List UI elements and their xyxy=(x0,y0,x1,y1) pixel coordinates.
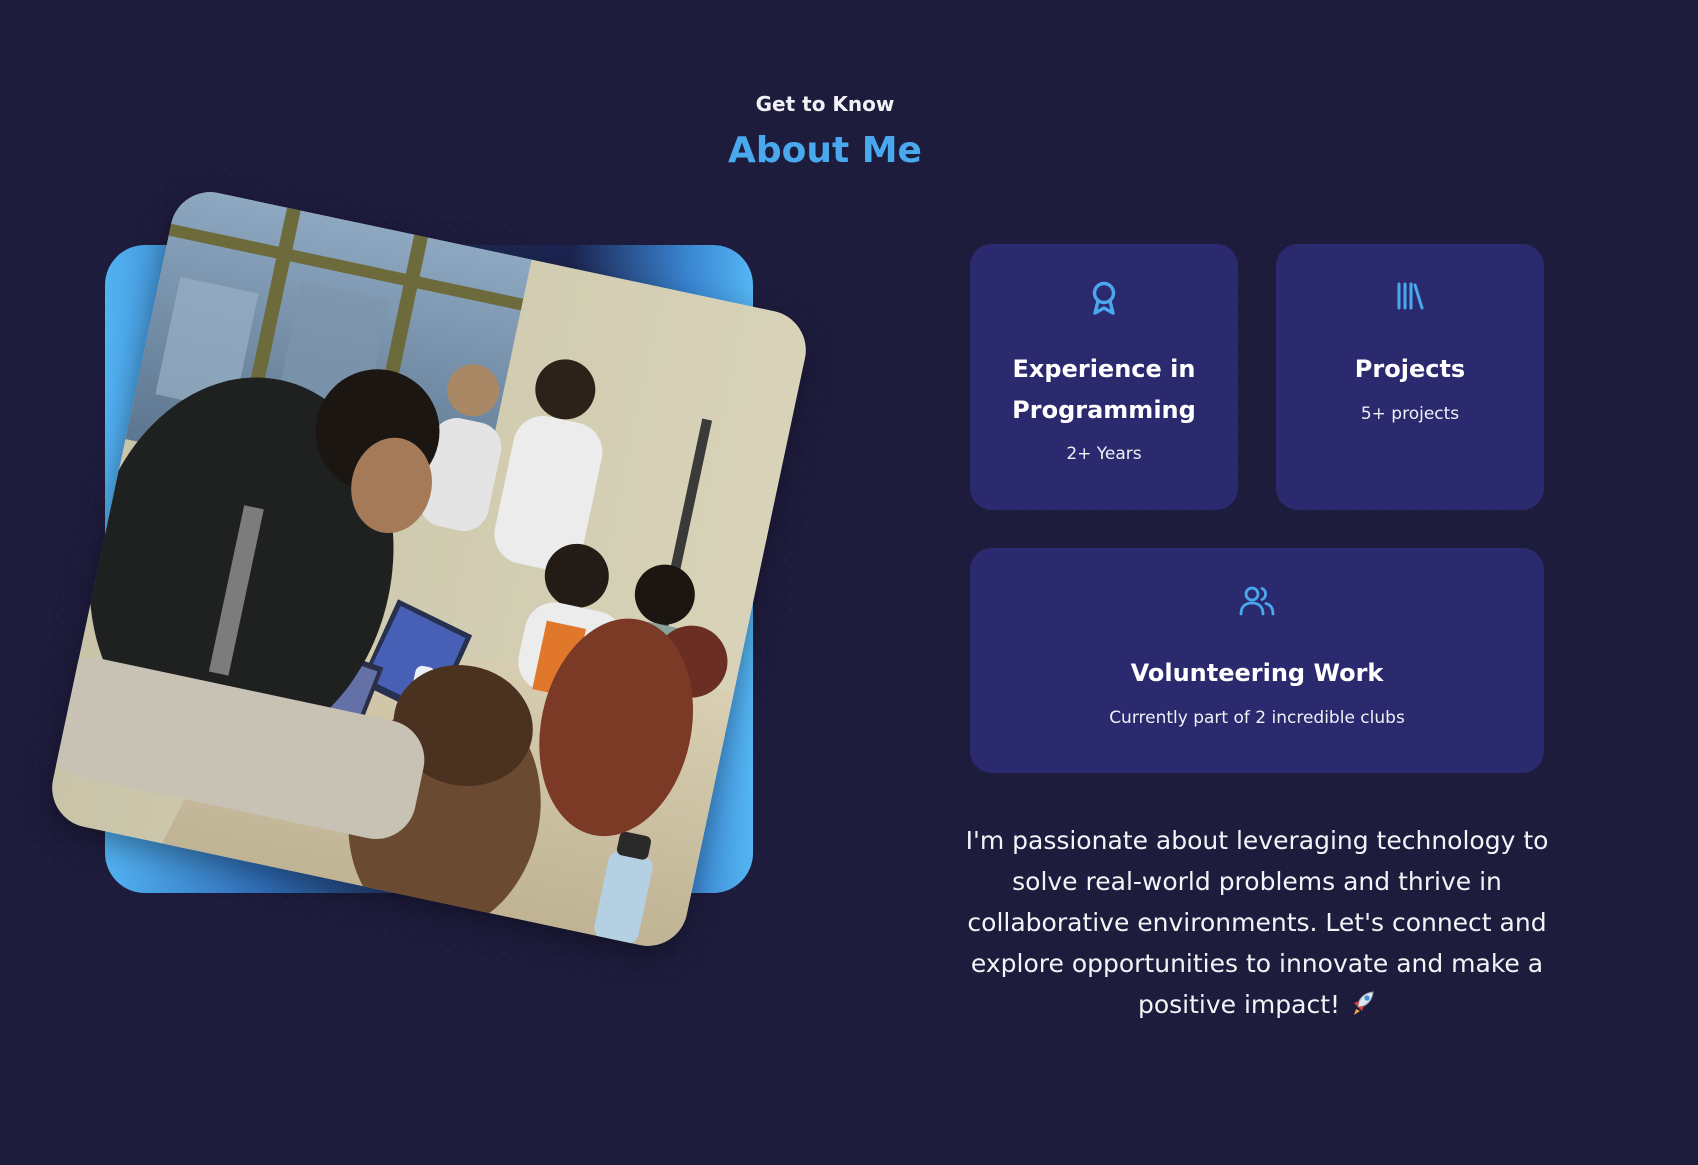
about-section: Get to Know About Me Experience in Progr… xyxy=(0,0,1698,1165)
experience-card: Experience in Programming 2+ Years xyxy=(970,244,1238,510)
section-title: About Me xyxy=(728,130,922,171)
projects-card: Projects 5+ projects xyxy=(1276,244,1544,510)
experience-title: Experience in Programming xyxy=(1012,355,1196,424)
users-icon xyxy=(1238,584,1276,622)
library-icon xyxy=(1395,280,1425,316)
volunteering-title: Volunteering Work xyxy=(1130,659,1384,687)
bio-paragraph: I'm passionate about leveraging technolo… xyxy=(960,820,1554,1029)
projects-subtitle: 5+ projects xyxy=(1360,404,1460,424)
bio-text: I'm passionate about leveraging technolo… xyxy=(965,826,1549,1019)
projects-title: Projects xyxy=(1354,355,1466,383)
award-icon xyxy=(1088,280,1120,320)
volunteering-subtitle: Currently part of 2 incredible clubs xyxy=(1109,708,1405,728)
rocket-icon xyxy=(1348,988,1376,1029)
section-eyebrow: Get to Know xyxy=(755,92,895,116)
volunteering-card: Volunteering Work Currently part of 2 in… xyxy=(970,548,1544,773)
experience-subtitle: 2+ Years xyxy=(1066,444,1142,464)
profile-photo xyxy=(44,184,814,954)
